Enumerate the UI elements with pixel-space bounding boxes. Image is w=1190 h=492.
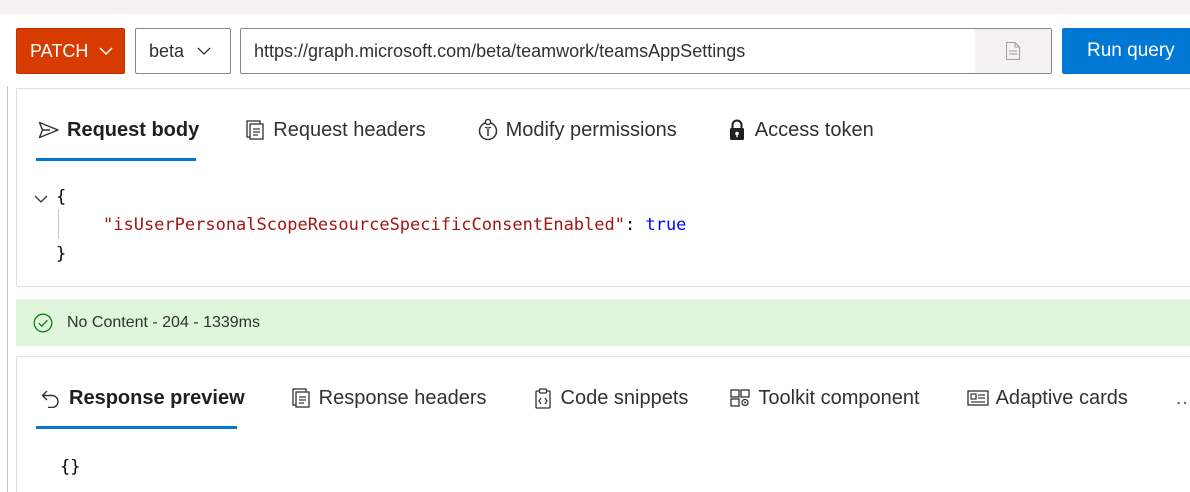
run-query-button[interactable]: Run query — [1062, 28, 1190, 74]
active-tab-underline — [36, 426, 237, 429]
tab-response-preview[interactable]: Response preview — [39, 378, 245, 418]
tab-request-body[interactable]: Request body — [37, 110, 199, 150]
tab-adaptive-cards[interactable]: Adaptive cards — [966, 378, 1128, 418]
document-icon — [1006, 42, 1020, 60]
status-bar: No Content - 204 - 1339ms — [16, 299, 1190, 346]
status-text: No Content - 204 - 1339ms — [67, 313, 260, 331]
more-tabs-button[interactable]: … — [1175, 378, 1190, 418]
check-circle-icon — [33, 313, 53, 332]
active-tab-underline — [36, 158, 196, 161]
more-label: … — [1175, 387, 1190, 410]
headers-icon — [289, 386, 313, 410]
json-value: true — [645, 215, 687, 235]
request-tabs: Request body Request headers Modify perm… — [37, 110, 874, 150]
card-icon — [966, 386, 990, 410]
tab-modify-permissions[interactable]: Modify permissions — [476, 110, 677, 150]
tab-label: Modify permissions — [505, 118, 677, 141]
tab-label: Request headers — [273, 118, 426, 141]
code-snippet-icon — [531, 386, 555, 410]
tab-toolkit-component[interactable]: Toolkit component — [728, 378, 920, 418]
indent-guide — [58, 209, 59, 239]
top-strip — [0, 0, 1190, 14]
undo-arrow-icon — [39, 386, 63, 410]
method-label: PATCH — [30, 40, 89, 61]
tab-label: Response preview — [69, 386, 245, 409]
lock-icon — [725, 118, 749, 142]
tab-label: Request body — [67, 118, 200, 141]
response-panel: Response preview Response headers Code s… — [16, 356, 1190, 492]
collapse-chevron-icon[interactable] — [33, 191, 49, 207]
json-key: "isUserPersonalScopeResourceSpecificCons… — [103, 215, 625, 235]
response-tabs: Response preview Response headers Code s… — [39, 378, 1128, 418]
json-close-brace: } — [56, 244, 67, 264]
tab-label: Code snippets — [560, 386, 689, 409]
tab-response-headers[interactable]: Response headers — [289, 378, 487, 418]
json-open-brace: { — [56, 187, 67, 207]
tab-label: Response headers — [318, 386, 487, 409]
version-dropdown[interactable]: beta — [135, 28, 231, 74]
tab-label: Toolkit component — [758, 386, 920, 409]
version-label: beta — [149, 40, 185, 61]
tab-access-token[interactable]: Access token — [725, 110, 874, 150]
url-input[interactable] — [241, 29, 975, 73]
tab-code-snippets[interactable]: Code snippets — [531, 378, 689, 418]
url-box — [240, 28, 1052, 74]
send-icon — [37, 118, 61, 142]
method-dropdown[interactable]: PATCH — [16, 28, 125, 74]
chevron-down-icon — [197, 47, 211, 55]
json-line[interactable]: "isUserPersonalScopeResourceSpecificCons… — [103, 215, 686, 235]
tab-label: Access token — [754, 118, 874, 141]
tab-label: Adaptive cards — [995, 386, 1128, 409]
toolkit-icon — [728, 386, 752, 410]
tab-request-headers[interactable]: Request headers — [243, 110, 426, 150]
headers-icon — [243, 118, 267, 142]
copy-url-button[interactable] — [975, 29, 1051, 73]
response-body: {} — [60, 457, 81, 477]
request-panel: Request body Request headers Modify perm… — [16, 88, 1190, 287]
permissions-icon — [476, 118, 500, 142]
left-divider — [7, 86, 8, 492]
run-query-label: Run query — [1087, 40, 1175, 61]
chevron-down-icon — [99, 47, 113, 56]
json-colon: : — [624, 215, 646, 235]
